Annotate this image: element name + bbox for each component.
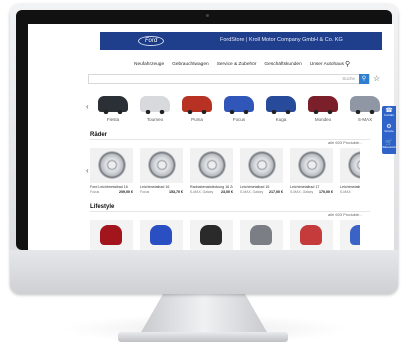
wheels-left-arrow-icon[interactable]: ‹ [86, 166, 89, 175]
vehicle-item[interactable]: Mondeo [306, 96, 340, 122]
monitor-base [118, 332, 288, 342]
wheel-image [148, 151, 176, 179]
wheel-image [248, 151, 276, 179]
nav-item-service[interactable]: Service & Zubehör [217, 62, 257, 67]
product-image [90, 220, 133, 250]
vehicle-item[interactable]: Tourneo [138, 96, 172, 122]
product-image [140, 220, 183, 250]
side-action-rail: ☎ Kontakt ⚙ Service 🛒 Warenkorb [382, 106, 396, 154]
vehicle-item[interactable]: Puma [180, 96, 214, 122]
vehicle-item[interactable]: Kuga [264, 96, 298, 122]
search-input[interactable]: Suche ⚲ [88, 74, 370, 84]
lifestyle-item-image [300, 225, 322, 245]
search-placeholder: Suche [342, 76, 355, 81]
lifestyle-item-image [150, 225, 172, 245]
product-card[interactable]: Ford Leichtmetallrad 16 Focus 209,00 € [90, 148, 133, 194]
vehicle-name: S-MAX [357, 117, 373, 122]
gear-icon[interactable]: ⚙ Service [382, 123, 396, 137]
product-image [340, 220, 360, 250]
monitor-stand [140, 294, 268, 334]
monitor: Ford FordStore | Kroll Motor Company Gmb… [10, 4, 398, 294]
product-title: Ford Leichtmetallrad 16 [90, 185, 128, 189]
vehicle-item[interactable]: Fiesta [96, 96, 130, 122]
screen-bezel: Ford FordStore | Kroll Motor Company Gmb… [16, 10, 394, 250]
main-nav: Neufahrzeuge Gebrauchtwagen Service & Zu… [100, 58, 382, 70]
carousel-left-arrow-icon[interactable]: ‹ [86, 102, 89, 111]
product-card[interactable]: Leichtmetallrad 17 S-MAX, Galaxy 170,00 … [290, 148, 333, 194]
vehicle-item[interactable]: Focus [222, 96, 256, 122]
monitor-chin [10, 250, 398, 294]
vehicle-name: Mondeo [314, 117, 332, 122]
nav-item-gebrauchtwagen[interactable]: Gebrauchtwagen [172, 62, 209, 67]
lifestyle-item-image [250, 225, 272, 245]
ford-logo[interactable]: Ford [138, 36, 164, 46]
product-image [340, 148, 360, 183]
product-card[interactable] [140, 220, 183, 250]
product-image [190, 220, 233, 250]
top-header: Ford FordStore | Kroll Motor Company Gmb… [100, 32, 382, 50]
car-image [182, 96, 212, 114]
product-title: Leichtmetallrad [340, 185, 360, 189]
wheel-image [348, 151, 360, 179]
vehicle-carousel: ‹ Fiesta Tourneo Puma Focus Kuga Mondeo … [86, 96, 388, 126]
product-image [240, 148, 283, 183]
section-title-wheels: Räder [90, 132, 108, 138]
vehicle-name: Fiesta [106, 117, 120, 122]
lifestyle-list [90, 220, 360, 250]
product-card[interactable]: Leichtmetallrad 16 Focus 153,70 € [140, 148, 183, 194]
lifestyle-item-image [200, 225, 222, 245]
search-button[interactable]: ⚲ [359, 74, 369, 84]
camera [206, 14, 209, 17]
car-image [140, 96, 170, 114]
rail-label: Service [384, 129, 394, 133]
vehicle-item[interactable]: S-MAX [348, 96, 382, 122]
lifestyle-more-link[interactable]: alle 603 Produkte... [328, 212, 362, 217]
car-image [266, 96, 296, 114]
vehicle-name: Tourneo [146, 117, 164, 122]
product-image [140, 148, 183, 183]
browser-screen: Ford FordStore | Kroll Motor Company Gmb… [28, 24, 394, 250]
favorite-star-icon[interactable]: ☆ [373, 74, 380, 83]
rail-label: Kontakt [384, 113, 394, 117]
nav-item-geschaeftskunden[interactable]: Geschäftskunden [264, 62, 301, 67]
product-image [240, 220, 283, 250]
product-card[interactable]: Radnabenabdeckung 16 Zoll S-MAX, Galaxy … [190, 148, 233, 194]
product-card[interactable] [240, 220, 283, 250]
car-image [350, 96, 380, 114]
product-title: Radnabenabdeckung 16 Zoll [190, 185, 233, 189]
car-image [224, 96, 254, 114]
product-image [290, 220, 333, 250]
product-card[interactable] [90, 220, 133, 250]
car-image [98, 96, 128, 114]
product-card[interactable] [190, 220, 233, 250]
wheels-more-link[interactable]: alle 603 Produkte... [328, 140, 362, 145]
lifestyle-item-image [350, 225, 360, 245]
wheel-image [298, 151, 326, 179]
nav-item-autohaus[interactable]: Unser Autohaus [310, 62, 344, 67]
product-card[interactable] [290, 220, 333, 250]
store-title: FordStore | Kroll Motor Company GmbH & C… [220, 37, 343, 43]
search-icon[interactable]: ⚲ [345, 60, 353, 68]
vehicle-name: Kuga [275, 117, 287, 122]
product-image [290, 148, 333, 183]
wheel-image [198, 151, 226, 179]
section-title-lifestyle: Lifestyle [90, 204, 115, 210]
phone-icon[interactable]: ☎ Kontakt [382, 107, 396, 121]
product-card[interactable]: Leichtmetallrad S-MAX [340, 148, 360, 194]
lifestyle-item-image [100, 225, 122, 245]
car-image [308, 96, 338, 114]
product-image [190, 148, 233, 183]
nav-item-neufahrzeuge[interactable]: Neufahrzeuge [134, 62, 164, 67]
vehicle-name: Focus [232, 117, 246, 122]
wheels-list: Ford Leichtmetallrad 16 Focus 209,00 € L… [90, 148, 360, 194]
product-card[interactable] [340, 220, 360, 250]
rail-label: Warenkorb [382, 145, 396, 149]
wheel-image [98, 151, 126, 179]
cart-icon[interactable]: 🛒 Warenkorb [382, 139, 396, 153]
product-image [90, 148, 133, 183]
vehicle-name: Puma [191, 117, 203, 122]
product-model: S-MAX [340, 189, 351, 194]
product-card[interactable]: Leichtmetallrad 16 S-MAX, Galaxy 217,00 … [240, 148, 283, 194]
